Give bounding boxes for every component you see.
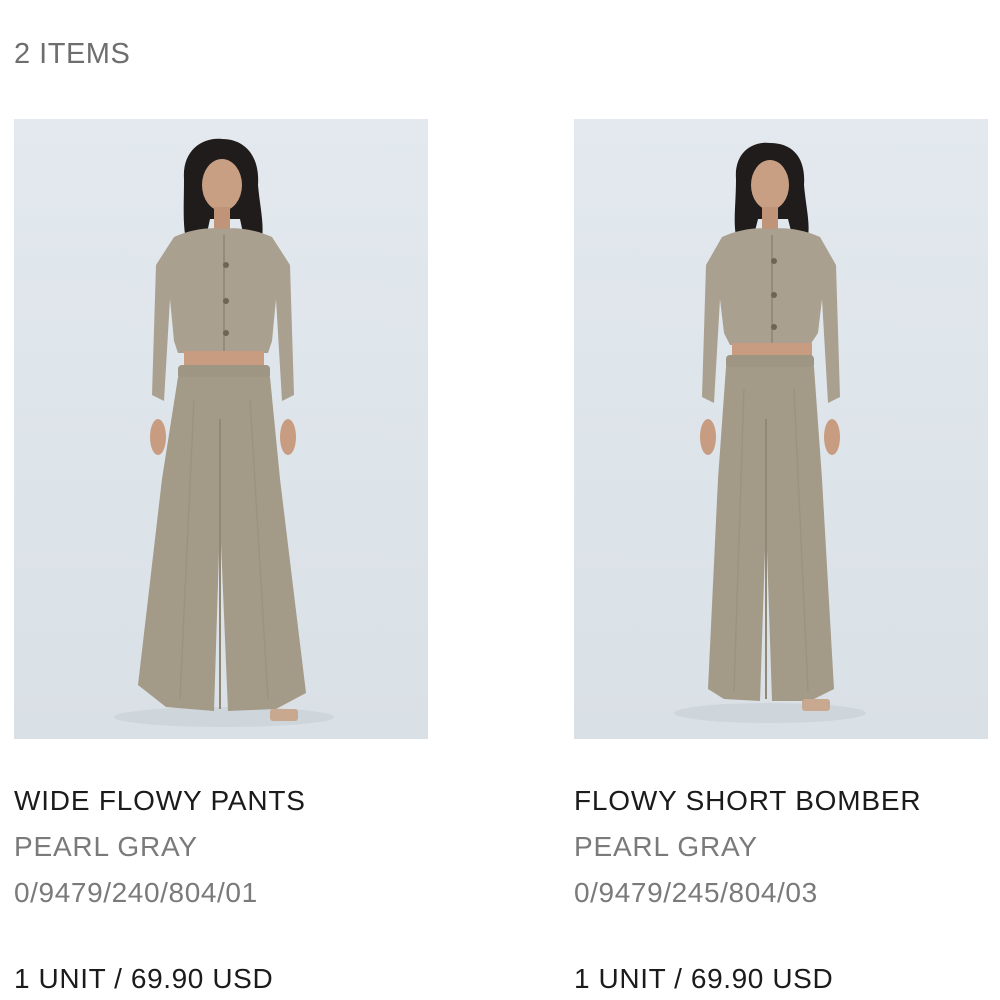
product-image[interactable] xyxy=(14,119,428,739)
item-count: 2 ITEMS xyxy=(14,38,131,70)
product-reference: 0/9479/245/804/03 xyxy=(574,877,818,908)
product-card[interactable]: FLOWY SHORT BOMBER PEARL GRAY 0/9479/245… xyxy=(574,119,988,997)
model-illustration xyxy=(114,138,334,727)
product-price: 1 UNIT / 69.90 USD xyxy=(14,963,274,994)
product-image[interactable] xyxy=(574,119,988,739)
product-reference: 0/9479/240/804/01 xyxy=(14,877,258,908)
product-price: 1 UNIT / 69.90 USD xyxy=(574,963,834,994)
product-color: PEARL GRAY xyxy=(574,831,758,862)
model-illustration xyxy=(674,142,866,723)
product-name[interactable]: WIDE FLOWY PANTS xyxy=(14,783,428,819)
product-card[interactable]: WIDE FLOWY PANTS PEARL GRAY 0/9479/240/8… xyxy=(14,119,428,997)
product-name[interactable]: FLOWY SHORT BOMBER xyxy=(574,783,988,819)
product-color: PEARL GRAY xyxy=(14,831,198,862)
